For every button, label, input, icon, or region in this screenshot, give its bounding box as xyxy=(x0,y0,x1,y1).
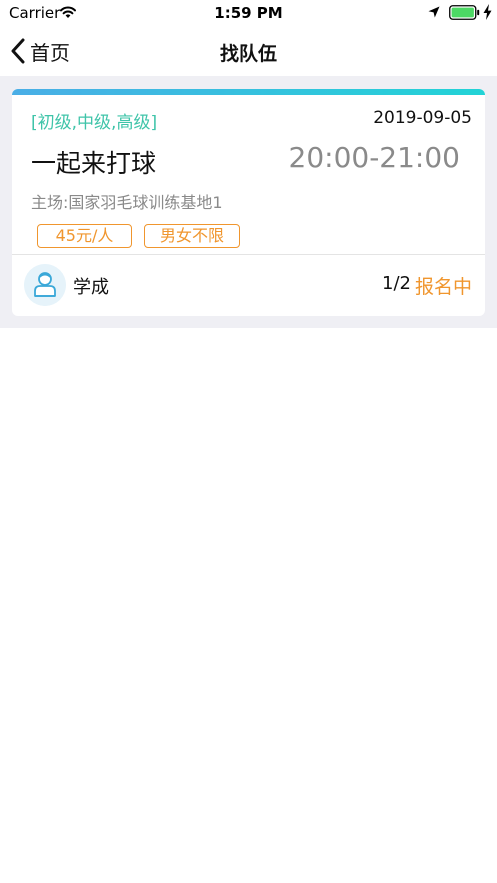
charging-icon xyxy=(483,4,492,20)
venue-label: 主场:国家羽毛球训练基地1 xyxy=(31,193,223,212)
slot-count: 1/2 xyxy=(382,273,411,294)
card-accent-bar xyxy=(12,89,485,95)
team-list: [初级,中级,高级] 2019-09-05 一起来打球 20:00-21:00 … xyxy=(0,76,497,328)
skill-levels: [初级,中级,高级] xyxy=(31,113,158,133)
status-bar: Carrier 1:59 PM xyxy=(0,0,497,26)
status-time: 1:59 PM xyxy=(214,4,283,22)
activity-time-range: 20:00-21:00 xyxy=(288,141,461,174)
team-card[interactable]: [初级,中级,高级] 2019-09-05 一起来打球 20:00-21:00 … xyxy=(12,89,485,316)
nav-bar: 首页 找队伍 xyxy=(0,26,497,76)
gender-tag: 男女不限 xyxy=(144,224,240,248)
avatar[interactable] xyxy=(24,264,66,306)
organizer-name: 学成 xyxy=(73,277,109,298)
divider xyxy=(12,254,485,255)
price-tag: 45元/人 xyxy=(37,224,132,248)
activity-date: 2019-09-05 xyxy=(373,108,472,128)
page-title: 找队伍 xyxy=(219,43,277,65)
battery-icon xyxy=(449,5,480,20)
activity-title: 一起来打球 xyxy=(31,149,157,178)
location-icon xyxy=(428,6,440,18)
signup-status[interactable]: 报名中 xyxy=(415,272,472,299)
